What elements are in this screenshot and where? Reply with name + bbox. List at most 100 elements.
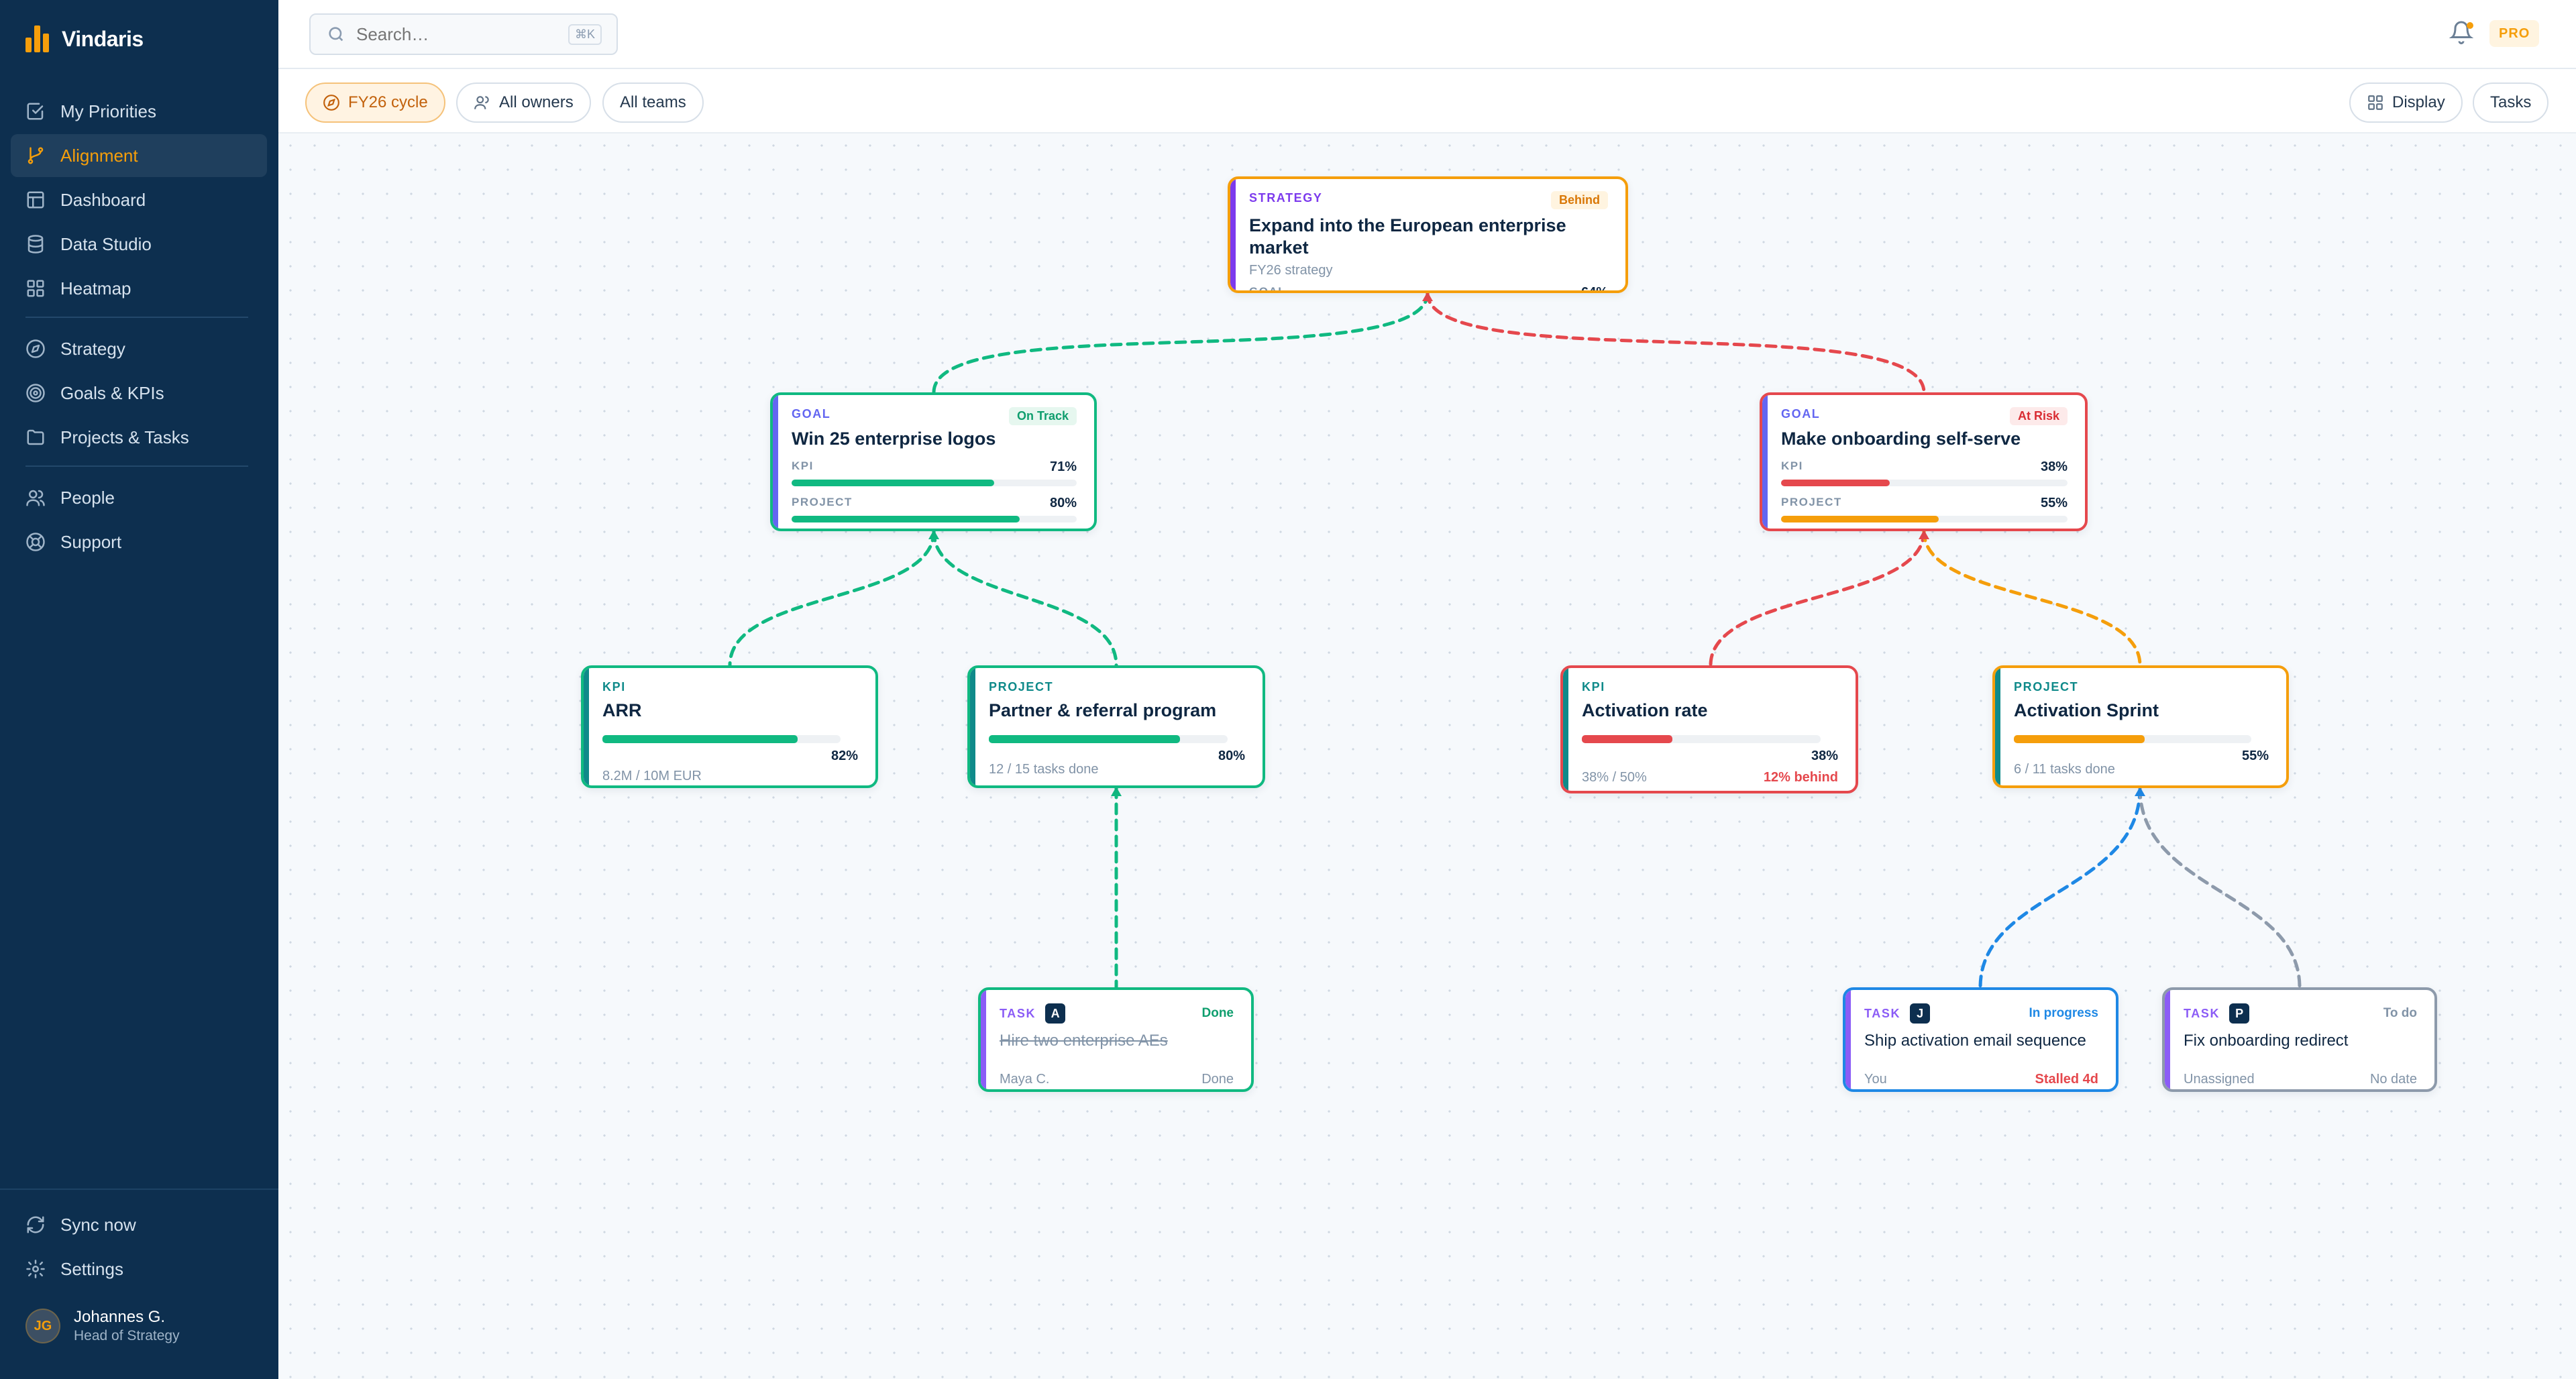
brand-name: Vindaris: [62, 26, 144, 51]
row-value: 38%: [2040, 459, 2068, 474]
search-box[interactable]: ⌘K: [309, 13, 618, 55]
progress-bar: [1781, 516, 2068, 522]
card-title: Hire two enterprise AEs: [1000, 1032, 1168, 1050]
progress-bar: [1582, 735, 1821, 743]
sidebar-item-support[interactable]: Support: [11, 520, 267, 563]
card-row: GOAL 64%: [1249, 285, 1608, 293]
card-meta: You Stalled 4d: [1864, 1072, 2098, 1087]
task-card-redirect[interactable]: TASK P To do Fix onboarding redirect Una…: [2162, 987, 2437, 1092]
card-subtitle: FY26 strategy: [1249, 263, 1333, 278]
sidebar-item-alignment[interactable]: Alignment: [11, 134, 267, 177]
sidebar-item-label: People: [60, 487, 115, 508]
card-meta: 12 / 15 tasks done: [989, 762, 1245, 777]
meta-text: 6 / 11 tasks done: [2014, 762, 2115, 777]
logo-bars-icon: [25, 25, 50, 52]
progress-fill: [602, 735, 798, 743]
task-status: To do: [2383, 1006, 2417, 1020]
progress-fill: [1781, 516, 1939, 522]
task-owner: Maya C.: [1000, 1072, 1050, 1087]
users-icon: [26, 490, 45, 506]
card-title: Activation rate: [1582, 700, 1708, 720]
chip-label: Tasks: [2490, 93, 2532, 111]
row-value: 55%: [2040, 496, 2068, 510]
task-card-email[interactable]: TASK J In progress Ship activation email…: [1843, 987, 2118, 1092]
task-owner: You: [1864, 1072, 1887, 1087]
chip-label: FY26 cycle: [348, 93, 428, 111]
sidebar-item-strategy[interactable]: Strategy: [11, 327, 267, 370]
card-meta: 38% / 50% 12% behind: [1582, 770, 1838, 785]
card-type: KPI: [602, 680, 626, 694]
sidebar-item-label: Strategy: [60, 338, 125, 359]
card-title: Win 25 enterprise logos: [792, 429, 996, 449]
assignee-initial: A: [1045, 1003, 1066, 1024]
task-card-hire[interactable]: TASK A Done Hire two enterprise AEs Maya…: [978, 987, 1254, 1092]
project-row: PROJECT 80%: [792, 496, 1077, 522]
row-label: KPI: [1781, 459, 1803, 472]
filter-bar: FY26 cycle All owners All teams Display …: [278, 69, 2576, 133]
kpi-card-arr[interactable]: KPI ARR 82% 8.2M / 10M EUR: [581, 665, 878, 788]
sidebar-item-dashboard[interactable]: Dashboard: [11, 178, 267, 221]
grid-icon: [27, 280, 44, 297]
card-accent: [981, 990, 986, 1089]
sidebar-item-heatmap[interactable]: Heatmap: [11, 267, 267, 310]
brand[interactable]: Vindaris: [25, 25, 144, 52]
task-status: Done: [1201, 1006, 1234, 1020]
card-title: Fix onboarding redirect: [2184, 1032, 2349, 1050]
sidebar-item-goals-kpis[interactable]: Goals & KPIs: [11, 372, 267, 415]
status-badge: On Track: [1008, 407, 1077, 425]
project-card-sprint[interactable]: PROJECT Activation Sprint 55% 6 / 11 tas…: [1992, 665, 2289, 788]
card-title: Make onboarding self-serve: [1781, 429, 2021, 449]
user-profile[interactable]: JG Johannes G. Head of Strategy: [25, 1308, 180, 1344]
sidebar-item-label: Dashboard: [60, 189, 146, 210]
sidebar-item-my-priorities[interactable]: My Priorities: [11, 90, 267, 133]
card-accent: [1563, 668, 1568, 791]
chip-label: All teams: [620, 93, 686, 111]
sidebar-item-label: Settings: [60, 1258, 123, 1279]
lifebuoy-icon: [26, 533, 45, 551]
topbar: ⌘K PRO: [278, 0, 2576, 69]
notification-dot: [2467, 22, 2473, 29]
card-meta: Unassigned No date: [2184, 1072, 2417, 1087]
row-label: GOAL: [1249, 285, 1287, 293]
card-type: PROJECT: [989, 680, 1054, 694]
assignee-initial: P: [2229, 1003, 2250, 1024]
notifications-button[interactable]: [2449, 20, 2476, 47]
progress-bar: [1781, 480, 2068, 486]
meta-text: 8.2M / 10M EUR: [602, 769, 702, 783]
gear-icon: [26, 1260, 45, 1278]
goal-card-onboarding[interactable]: GOAL At Risk Make onboarding self-serve …: [1760, 392, 2088, 531]
status-badge: At Risk: [2009, 407, 2068, 425]
cycle-filter-chip[interactable]: FY26 cycle: [305, 82, 445, 123]
folder-icon: [27, 429, 44, 445]
search-shortcut: ⌘K: [568, 24, 602, 45]
tasks-toggle-button[interactable]: Tasks: [2473, 82, 2549, 123]
teams-filter-chip[interactable]: All teams: [602, 82, 704, 123]
progress-bar: [2014, 735, 2251, 743]
search-input[interactable]: [356, 23, 557, 45]
strategy-card[interactable]: STRATEGY Behind Expand into the European…: [1228, 176, 1628, 293]
search-icon: [329, 27, 343, 42]
settings-button[interactable]: Settings: [11, 1248, 267, 1290]
display-button[interactable]: Display: [2349, 82, 2463, 123]
sync-now-button[interactable]: Sync now: [11, 1203, 267, 1246]
progress-fill: [1781, 480, 1890, 486]
row-value: 64%: [1580, 285, 1608, 293]
sidebar-item-projects-tasks[interactable]: Projects & Tasks: [11, 416, 267, 459]
progress-value: 38%: [1811, 749, 1838, 763]
sidebar-bottom-divider: [0, 1189, 278, 1190]
meta-text: 12 / 15 tasks done: [989, 762, 1099, 777]
project-card-partner[interactable]: PROJECT Partner & referral program 80% 1…: [967, 665, 1265, 788]
sidebar-item-data-studio[interactable]: Data Studio: [11, 223, 267, 266]
branch-icon: [28, 147, 44, 164]
sidebar-item-people[interactable]: People: [11, 476, 267, 519]
card-title: Expand into the European enterprise mark…: [1249, 215, 1566, 258]
owners-filter-chip[interactable]: All owners: [456, 82, 591, 123]
task-due: Done: [1201, 1072, 1234, 1087]
card-type: KPI: [1582, 680, 1605, 694]
progress-fill: [2014, 735, 2145, 743]
goal-card-logos[interactable]: GOAL On Track Win 25 enterprise logos KP…: [770, 392, 1097, 531]
grid-icon: [2368, 95, 2383, 110]
kpi-card-activation[interactable]: KPI Activation rate 38% 38% / 50% 12% be…: [1560, 665, 1858, 793]
check-square-icon: [27, 103, 44, 120]
card-type: TASK: [1864, 1006, 1901, 1020]
